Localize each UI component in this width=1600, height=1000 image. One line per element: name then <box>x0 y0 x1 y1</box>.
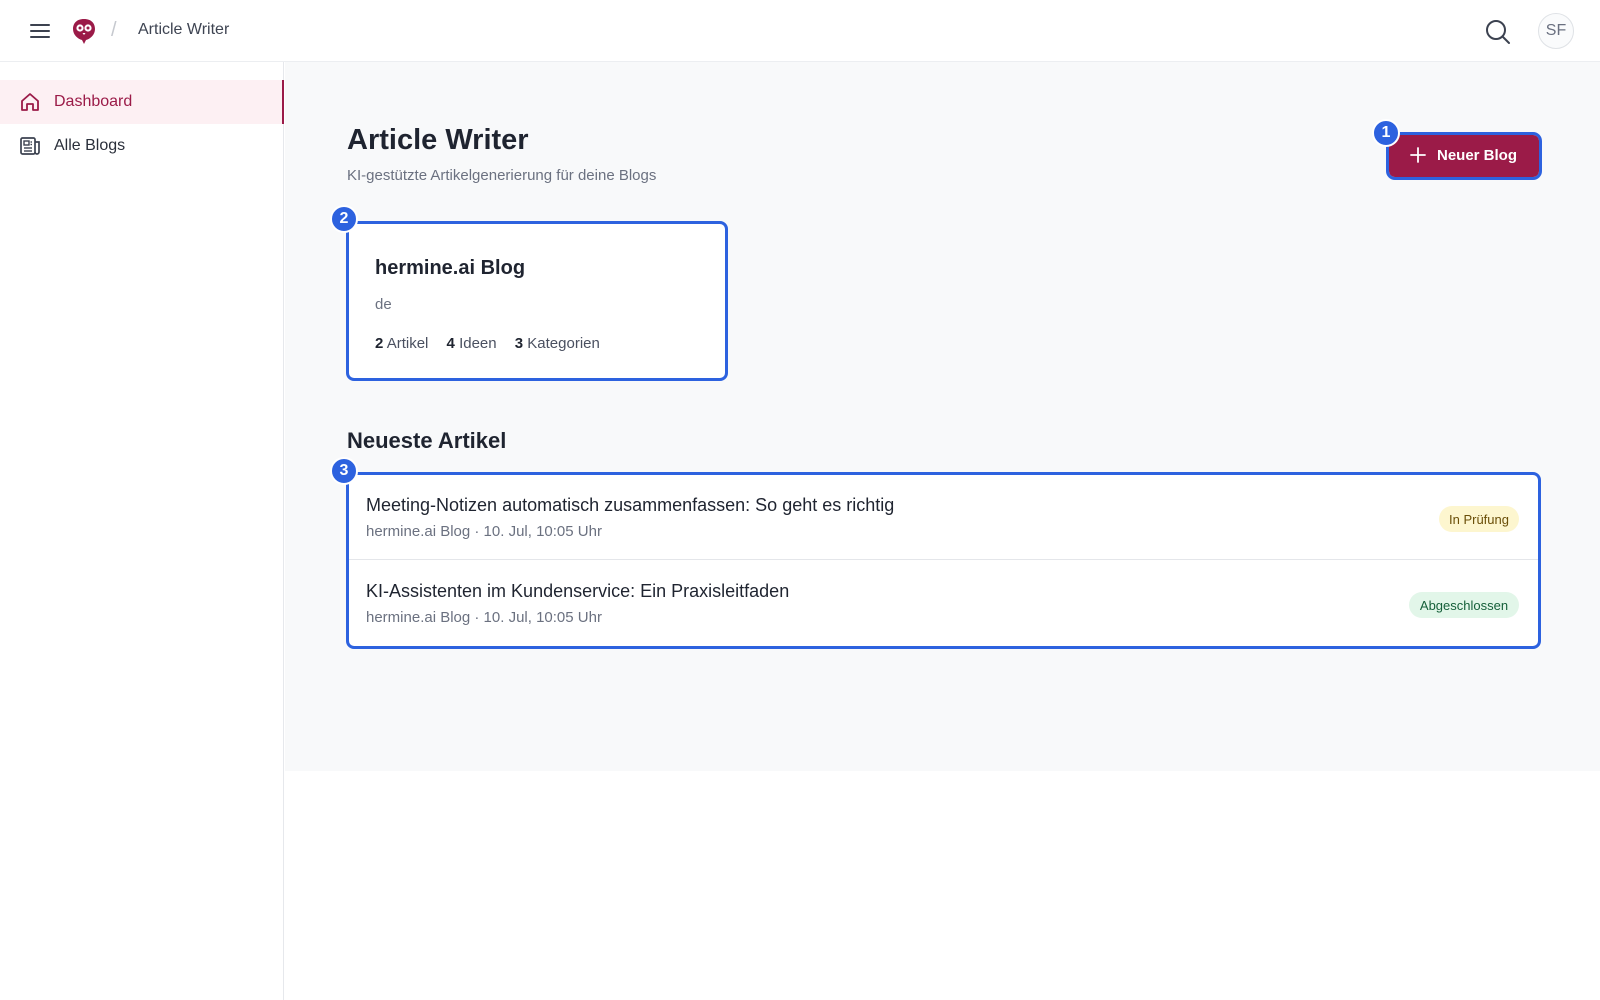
page-title: Article Writer <box>347 124 529 156</box>
blog-card[interactable]: hermine.ai Blog de 2 Artikel 4 Ideen 3 K… <box>346 221 728 381</box>
article-meta: hermine.ai Blog · 10. Jul, 10:05 Uhr <box>366 609 602 626</box>
article-meta: hermine.ai Blog · 10. Jul, 10:05 Uhr <box>366 523 602 540</box>
list-item[interactable]: Meeting-Notizen automatisch zusammenfass… <box>349 475 1538 560</box>
stat-articles: 2 Artikel <box>375 335 428 352</box>
home-icon <box>19 91 41 113</box>
stat-articles-count: 2 <box>375 335 384 352</box>
user-avatar[interactable]: SF <box>1538 13 1574 49</box>
article-title: KI-Assistenten im Kundenservice: Ein Pra… <box>366 581 790 601</box>
blog-stats: 2 Artikel 4 Ideen 3 Kategorien <box>375 335 614 352</box>
breadcrumb-title[interactable]: Article Writer <box>138 21 229 39</box>
stat-ideas: 4 Ideen <box>447 335 497 352</box>
sidebar-item-dashboard[interactable]: Dashboard <box>0 80 284 124</box>
breadcrumb-separator: / <box>111 19 117 41</box>
stat-categories-label: Kategorien <box>527 335 600 352</box>
annotation-marker-3: 3 <box>330 457 358 485</box>
stat-categories-count: 3 <box>514 335 524 352</box>
new-blog-button[interactable]: Neuer Blog <box>1386 132 1542 180</box>
sidebar-item-alle-blogs[interactable]: Alle Blogs <box>0 124 284 168</box>
top-bar: / Article Writer SF <box>0 0 1600 62</box>
search-icon[interactable] <box>1484 18 1512 46</box>
list-item[interactable]: KI-Assistenten im Kundenservice: Ein Pra… <box>349 561 1538 646</box>
status-badge: Abgeschlossen <box>1409 592 1519 618</box>
annotation-marker-2: 2 <box>330 205 358 233</box>
annotation-marker-1: 1 <box>1372 119 1400 147</box>
stat-ideas-count: 4 <box>446 335 455 352</box>
stat-categories: 3 Kategorien <box>515 335 600 352</box>
sidebar-item-label: Dashboard <box>54 93 133 110</box>
article-title: Meeting-Notizen automatisch zusammenfass… <box>366 495 895 515</box>
sidebar: Dashboard Alle Blogs <box>0 62 284 1000</box>
menu-icon[interactable] <box>28 20 52 42</box>
stat-articles-label: Artikel <box>386 335 429 352</box>
newspaper-icon <box>19 135 41 157</box>
plus-icon <box>1409 146 1427 164</box>
status-badge: In Prüfung <box>1439 506 1519 532</box>
sidebar-item-label: Alle Blogs <box>54 137 126 154</box>
app-logo-icon[interactable] <box>71 17 97 45</box>
latest-articles-list: Meeting-Notizen automatisch zusammenfass… <box>346 472 1541 649</box>
blog-language: de <box>375 296 392 313</box>
blog-name: hermine.ai Blog <box>375 257 526 279</box>
latest-articles-heading: Neueste Artikel <box>347 428 507 453</box>
stat-ideas-label: Ideen <box>459 335 497 352</box>
new-blog-label: Neuer Blog <box>1437 147 1518 164</box>
page-subtitle: KI-gestützte Artikelgenerierung für dein… <box>347 167 657 184</box>
